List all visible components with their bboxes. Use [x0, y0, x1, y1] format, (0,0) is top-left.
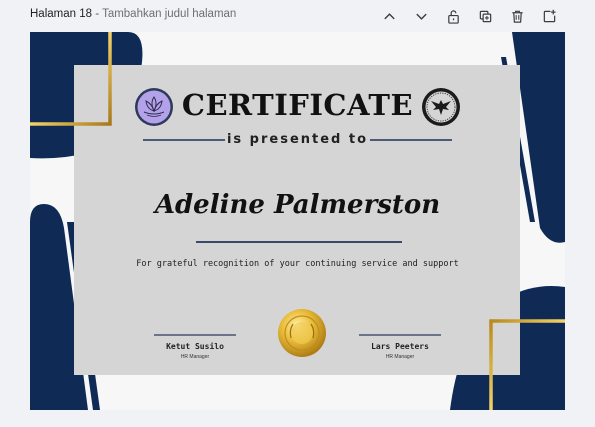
unlock-icon — [447, 9, 459, 24]
delete-page-button[interactable] — [501, 6, 533, 26]
signer-role: HR Manager — [180, 353, 210, 360]
move-page-down-button[interactable] — [405, 6, 437, 26]
lock-page-button[interactable] — [437, 6, 469, 26]
certificate-subtitle: is presented to — [226, 132, 369, 147]
gold-corner-bottom-right — [489, 319, 565, 410]
subtitle-rule-right — [370, 139, 452, 141]
recipient-name: Adeline Palmerston — [154, 190, 441, 220]
add-page-button[interactable] — [533, 6, 565, 26]
chevron-down-icon — [415, 13, 427, 20]
page-number: Halaman 18 — [30, 8, 93, 20]
page-title-input[interactable]: Tambahkan judul halaman — [102, 8, 236, 20]
move-page-up-button[interactable] — [373, 6, 405, 26]
signature-block-right: Lars Peeters HR Manager — [359, 334, 441, 360]
signature-block-left: Ketut Susilo HR Manager — [154, 334, 236, 360]
signer-name: Lars Peeters — [371, 341, 429, 351]
add-page-icon — [543, 9, 556, 22]
signer-name: Ketut Susilo — [166, 341, 224, 351]
page-separator: - — [95, 8, 100, 20]
duplicate-page-button[interactable] — [469, 6, 501, 26]
recipient-underline — [196, 241, 402, 243]
page-label: Halaman 18 - Tambahkan judul halaman — [30, 8, 236, 20]
page-toolbar — [373, 6, 565, 26]
design-canvas[interactable]: CERTIFICATE is presented to Adeline Palm… — [30, 32, 565, 410]
signature-line — [154, 334, 236, 336]
recognition-text: For grateful recognition of your continu… — [136, 259, 459, 269]
certificate-title: CERTIFICATE — [181, 88, 414, 122]
gold-medal-icon — [278, 309, 326, 357]
chevron-up-icon — [383, 12, 395, 19]
signer-role: HR Manager — [385, 353, 415, 360]
trash-icon — [511, 10, 523, 23]
signature-line — [359, 334, 441, 336]
duplicate-icon — [479, 10, 491, 22]
page-header-bar: Halaman 18 - Tambahkan judul halaman — [0, 0, 595, 32]
